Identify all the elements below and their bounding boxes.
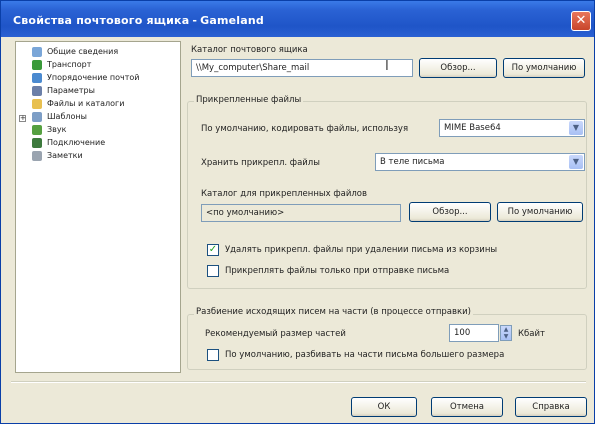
split-large-checkbox[interactable] <box>207 349 219 361</box>
tree-item-label: Упорядочение почтой <box>47 73 140 82</box>
tree-item-params[interactable]: Параметры <box>32 85 95 97</box>
text-cursor-icon: I <box>385 59 389 74</box>
part-size-input[interactable]: 100 <box>449 324 499 342</box>
tree-item-label: Общие сведения <box>47 47 119 56</box>
attachments-group-title: Прикрепленные файлы <box>194 95 304 105</box>
close-icon[interactable]: ✕ <box>571 11 591 31</box>
window-subtitle: Gameland <box>200 14 264 27</box>
params-icon <box>32 86 42 96</box>
delete-attachments-checkbox[interactable]: ✓ <box>207 244 219 256</box>
mailbox-dir-default-button[interactable]: По умолчанию <box>503 58 585 78</box>
tree-item-label: Подключение <box>47 138 106 147</box>
notes-icon <box>32 151 42 161</box>
mailbox-dir-label: Каталог почтового ящика <box>191 45 308 55</box>
ok-button[interactable]: ОК <box>351 397 417 417</box>
split-large-label: По умолчанию, разбивать на части письма … <box>225 350 505 360</box>
attach-dir-input[interactable]: <по умолчанию> <box>201 204 401 222</box>
expand-icon[interactable]: + <box>19 115 26 122</box>
part-size-stepper[interactable]: ▲ ▼ <box>500 325 512 341</box>
title-separator: - <box>192 14 198 27</box>
encode-select[interactable]: MIME Base64 ▼ <box>439 119 585 137</box>
window-title: Свойства почтового ящика <box>13 14 190 27</box>
attach-dir-label: Каталог для прикрепленных файлов <box>201 189 367 199</box>
tree-item-label: Параметры <box>47 86 95 95</box>
cancel-button[interactable]: Отмена <box>431 397 503 417</box>
store-label: Хранить прикрепл. файлы <box>201 158 320 168</box>
settings-tree[interactable]: Общие сведения Транспорт Упорядочение по… <box>15 41 181 373</box>
attach-dir-default-button[interactable]: По умолчанию <box>497 202 583 222</box>
tree-item-sound[interactable]: Звук <box>32 124 66 136</box>
tree-item-general[interactable]: Общие сведения <box>32 46 118 58</box>
tree-item-label: Шаблоны <box>47 112 87 121</box>
tree-item-label: Транспорт <box>47 60 92 69</box>
tree-item-connection[interactable]: Подключение <box>32 137 105 149</box>
tree-item-transport[interactable]: Транспорт <box>32 59 91 71</box>
tree-item-label: Заметки <box>47 151 83 160</box>
mailbox-dir-input[interactable]: \\My_computer\Share_mail <box>191 59 413 77</box>
general-icon <box>32 47 42 57</box>
store-select[interactable]: В теле письма ▼ <box>375 153 585 171</box>
templates-icon <box>32 112 42 122</box>
tree-item-files[interactable]: Файлы и каталоги <box>32 98 124 110</box>
sound-icon <box>32 125 42 135</box>
store-select-value: В теле письма <box>380 157 445 167</box>
encode-select-value: MIME Base64 <box>444 123 501 133</box>
transport-icon <box>32 60 42 70</box>
chevron-down-icon[interactable]: ▼ <box>569 121 583 135</box>
splitting-group-title: Разбиение исходящих писем на части (в пр… <box>194 307 473 317</box>
tree-item-templates[interactable]: Шаблоны <box>32 111 87 123</box>
splitting-group <box>187 314 587 370</box>
title-bar[interactable]: Свойства почтового ящика - Gameland ✕ <box>1 1 594 37</box>
tree-item-label: Файлы и каталоги <box>47 99 125 108</box>
encode-label: По умолчанию, кодировать файлы, использу… <box>201 124 409 134</box>
attach-on-send-checkbox[interactable] <box>207 265 219 277</box>
help-button[interactable]: Справка <box>515 397 587 417</box>
tree-item-mail-order[interactable]: Упорядочение почтой <box>32 72 139 84</box>
part-size-unit: Кбайт <box>518 329 545 339</box>
chevron-down-icon[interactable]: ▼ <box>569 155 583 169</box>
tree-item-label: Звук <box>47 125 67 134</box>
part-size-label: Рекомендуемый размер частей <box>205 329 346 339</box>
attach-on-send-label: Прикреплять файлы только при отправке пи… <box>225 266 450 276</box>
properties-dialog: Свойства почтового ящика - Gameland ✕ Общи… <box>0 0 595 424</box>
attach-dir-browse-button[interactable]: Обзор... <box>409 202 491 222</box>
mailbox-dir-browse-button[interactable]: Обзор... <box>419 58 497 78</box>
footer-divider <box>11 381 586 383</box>
connection-icon <box>32 138 42 148</box>
folder-icon <box>32 99 42 109</box>
tree-item-notes[interactable]: Заметки <box>32 150 83 162</box>
delete-attachments-label: Удалять прикрепл. файлы при удалении пис… <box>225 245 498 255</box>
mail-order-icon <box>32 73 42 83</box>
